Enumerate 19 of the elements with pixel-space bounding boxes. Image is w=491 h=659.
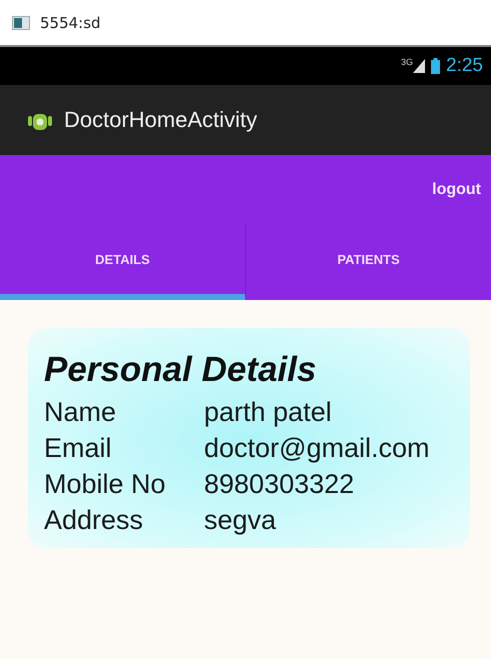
app-title: DoctorHomeActivity [64,107,258,133]
clock-time: 2:25 [446,55,483,77]
tab[interactable]: PATIENTS [245,225,491,300]
field-label: Email [44,432,113,465]
tab[interactable]: DETAILS [0,225,245,300]
logout-button[interactable]: logout [432,181,481,199]
field-value: 8980303322 [204,468,356,501]
network-type: 3G [401,57,414,67]
field-label: Address [44,504,144,537]
field-value: parth patel [204,396,333,429]
field-value: doctor@gmail.com [204,432,430,465]
window-title: 5554:sd [40,14,101,32]
signal-icon [413,59,426,73]
field-label: Mobile No [44,468,167,501]
card-heading: Personal Details [44,350,318,390]
window-icon [12,16,30,30]
battery-icon [431,58,440,74]
field-value: segva [204,504,278,537]
field-label: Name [44,396,118,429]
